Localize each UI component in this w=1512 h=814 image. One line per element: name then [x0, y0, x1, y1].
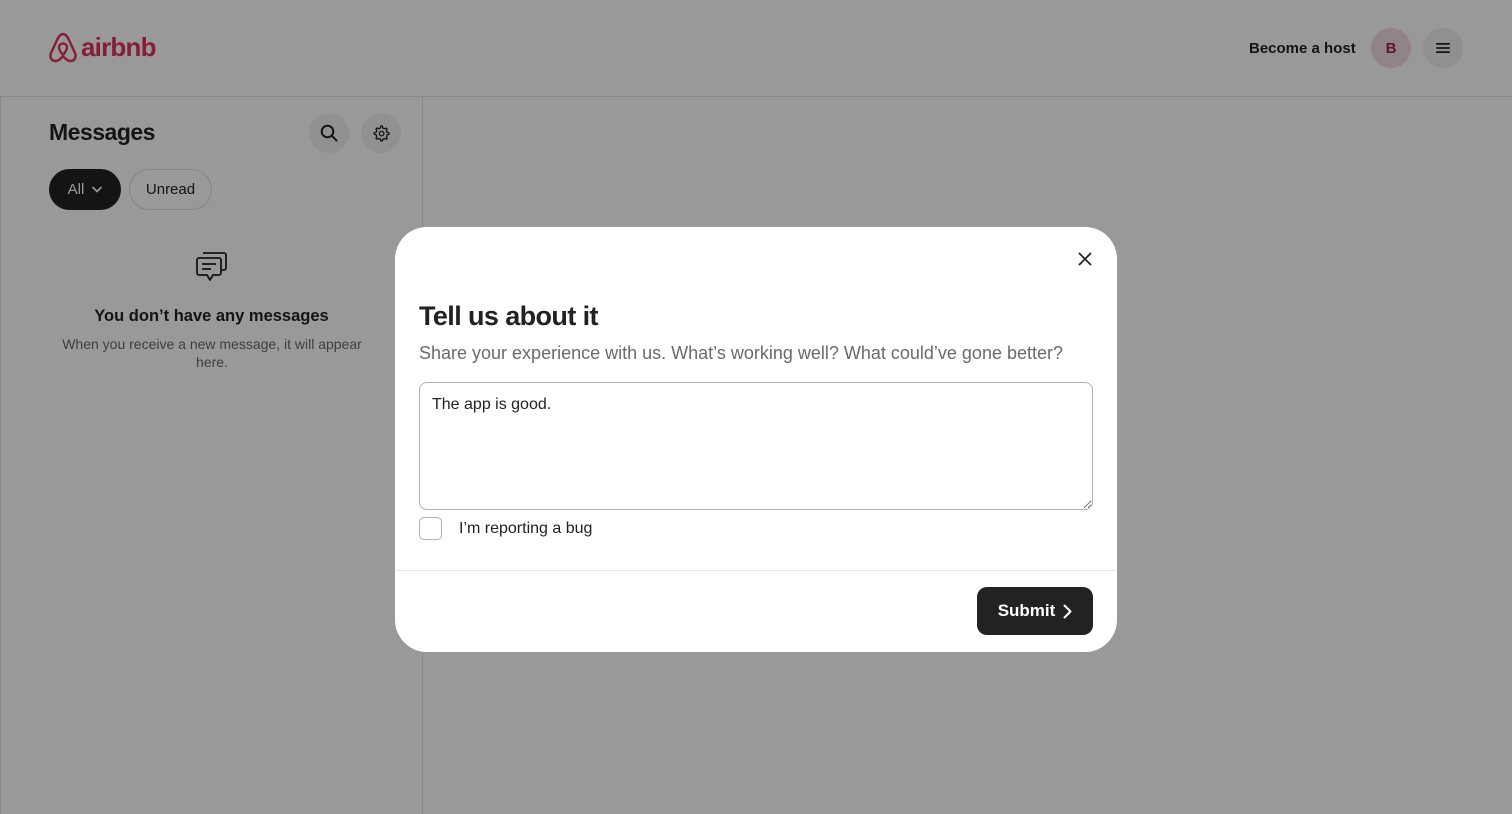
- modal-subtitle: Share your experience with us. What’s wo…: [419, 343, 1064, 363]
- submit-label: Submit: [997, 601, 1056, 620]
- bug-report-checkbox[interactable]: [419, 517, 442, 540]
- modal-divider: [395, 570, 1117, 571]
- close-modal-button[interactable]: [1069, 243, 1101, 275]
- submit-button[interactable]: Submit: [977, 587, 1093, 635]
- feedback-modal: Tell us about it Share your experience w…: [395, 227, 1117, 652]
- close-icon: [1078, 252, 1092, 266]
- bug-report-row[interactable]: I’m reporting a bug: [419, 517, 592, 540]
- modal-title: Tell us about it: [419, 301, 599, 331]
- bug-report-label[interactable]: I’m reporting a bug: [459, 520, 592, 538]
- chevron-right-icon: [1063, 604, 1072, 618]
- feedback-textarea[interactable]: [419, 382, 1093, 510]
- page: airbnb Become a host B Messages All Unre…: [0, 0, 1512, 814]
